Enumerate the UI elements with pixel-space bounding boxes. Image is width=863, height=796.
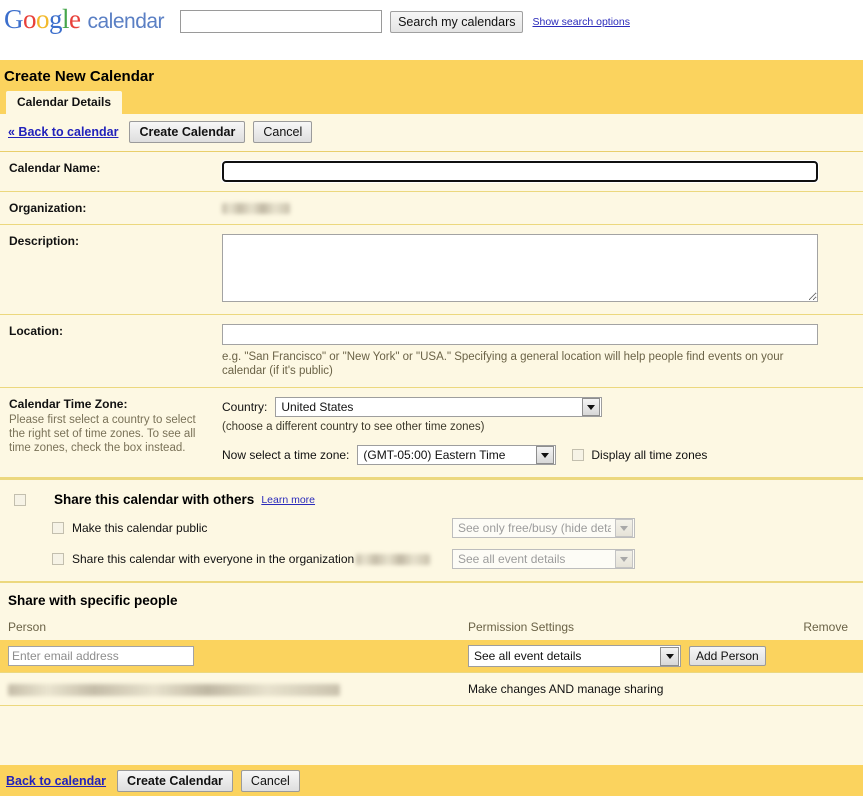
public-permission-select[interactable]: See only free/busy (hide details) (452, 518, 635, 538)
time-zone-label: Calendar Time Zone: (9, 397, 128, 411)
share-section-title: Share this calendar with others (54, 492, 255, 507)
cancel-button-bottom[interactable]: Cancel (240, 769, 300, 792)
description-textarea[interactable] (222, 234, 818, 302)
add-person-permission-cell: See all event details Add Person (468, 645, 768, 667)
share-option-public: Make this calendar public See only free/… (0, 518, 863, 538)
location-input[interactable] (222, 324, 818, 345)
person-email-redacted (8, 683, 340, 696)
public-permission-value: See only free/busy (hide details) (458, 521, 611, 535)
time-zone-select-label: Now select a time zone: (222, 448, 350, 462)
display-all-time-zones-label: Display all time zones (591, 448, 708, 462)
cancel-button-top[interactable]: Cancel (253, 121, 313, 143)
create-calendar-button-bottom[interactable]: Create Calendar (117, 769, 233, 792)
page-title: Create New Calendar (4, 68, 155, 85)
time-zone-label-block: Calendar Time Zone: Please first select … (0, 397, 222, 468)
row-location: Location: e.g. "San Francisco" or "New Y… (0, 315, 863, 388)
logo-letter-e: e (69, 4, 81, 34)
chevron-down-icon (660, 646, 679, 666)
person-email-redacted-cell (0, 682, 468, 696)
specific-people-column-headers: Person Permission Settings Remove (0, 608, 863, 640)
add-person-email-cell (0, 646, 468, 666)
bottom-spacer (0, 706, 863, 728)
logo-letter-g2: g (49, 4, 63, 34)
logo-product-name: calendar (87, 10, 165, 33)
search-input[interactable] (180, 10, 383, 33)
calendar-name-label: Calendar Name: (9, 161, 101, 175)
country-select[interactable]: United States (275, 397, 603, 417)
person-permission-cell: Make changes AND manage sharing (468, 682, 768, 696)
row-calendar-name: Calendar Name: (0, 152, 863, 192)
country-select-value: United States (281, 400, 354, 414)
row-organization: Organization: (0, 192, 863, 225)
show-search-options-link[interactable]: Show search options (532, 16, 629, 28)
person-permission-text: Make changes AND manage sharing (468, 682, 664, 696)
add-person-permission-value: See all event details (474, 649, 582, 663)
create-calendar-button-top[interactable]: Create Calendar (129, 121, 246, 143)
share-with-organization-checkbox[interactable] (52, 553, 64, 565)
search-area: Search my calendars Show search options (180, 10, 630, 33)
top-action-bar: « Back to calendar Create Calendar Cance… (0, 114, 863, 152)
description-label: Description: (9, 234, 80, 248)
add-person-row: See all event details Add Person (0, 640, 863, 672)
share-calendar-master-checkbox[interactable] (14, 493, 26, 506)
back-to-calendar-link-bottom[interactable]: Back to calendar (6, 774, 106, 788)
chevron-down-icon (615, 550, 633, 568)
column-header-remove: Remove (803, 620, 848, 634)
logo-letter-o1: o (23, 4, 37, 34)
add-person-permission-select[interactable]: See all event details (468, 645, 681, 667)
country-note: (choose a different country to see other… (222, 421, 485, 433)
share-with-organization-label: Share this calendar with everyone in the… (72, 552, 355, 566)
search-my-calendars-button[interactable]: Search my calendars (390, 10, 524, 33)
add-person-button[interactable]: Add Person (689, 646, 766, 666)
row-calendar-time-zone: Calendar Time Zone: Please first select … (0, 388, 863, 478)
time-zone-select[interactable]: (GMT-05:00) Eastern Time (357, 445, 557, 465)
logo-letter-g1: G (4, 4, 24, 34)
top-search-bar: Google calendar Search my calendars Show … (0, 0, 863, 60)
organization-permission-value: See all event details (458, 552, 566, 566)
chevron-down-icon (582, 398, 601, 416)
column-header-person: Person (8, 620, 47, 634)
make-calendar-public-label: Make this calendar public (72, 521, 208, 535)
chevron-down-icon (536, 446, 555, 464)
page-header-band: Create New Calendar Calendar Details (0, 60, 863, 114)
country-line: Country: United States (222, 397, 849, 417)
time-zone-select-value: (GMT-05:00) Eastern Time (363, 448, 506, 462)
share-header-row: Share this calendar with others Learn mo… (0, 492, 863, 507)
organization-value-redacted (222, 203, 290, 215)
back-to-calendar-link-top[interactable]: « Back to calendar (8, 125, 118, 139)
specific-people-title: Share with specific people (8, 593, 178, 608)
column-header-permission: Permission Settings (468, 620, 575, 634)
make-calendar-public-checkbox[interactable] (52, 522, 64, 534)
tab-calendar-details[interactable]: Calendar Details (6, 91, 123, 114)
logo-letter-l: l (62, 4, 70, 34)
tab-bar: Calendar Details (0, 91, 863, 114)
share-specific-people-section: Share with specific people Person Permis… (0, 581, 863, 706)
organization-value-wrap (222, 201, 863, 215)
calendar-name-field-wrap (221, 160, 863, 183)
google-calendar-logo: Google calendar (0, 4, 165, 36)
share-option-organization: Share this calendar with everyone in the… (0, 549, 863, 569)
time-zone-help-text: Please first select a country to select … (9, 414, 196, 454)
location-field-wrap: e.g. "San Francisco" or "New York" or "U… (222, 324, 863, 378)
location-label: Location: (9, 324, 63, 338)
share-with-others-section: Share this calendar with others Learn mo… (0, 478, 863, 581)
description-field-wrap (222, 234, 863, 305)
timezone-line: Now select a time zone: (GMT-05:00) East… (222, 445, 849, 465)
email-address-input[interactable] (8, 646, 194, 666)
learn-more-link[interactable]: Learn more (261, 494, 315, 506)
organization-permission-select[interactable]: See all event details (452, 549, 635, 569)
bottom-action-bar: Back to calendar Create Calendar Cancel (0, 765, 863, 796)
table-row: Make changes AND manage sharing (0, 672, 863, 706)
display-all-time-zones-checkbox[interactable] (572, 449, 585, 461)
logo-letter-o2: o (36, 4, 50, 34)
calendar-name-input[interactable] (221, 160, 819, 183)
country-label: Country: (222, 400, 268, 414)
organization-name-redacted (356, 553, 431, 565)
row-description: Description: (0, 225, 863, 315)
location-hint-text: e.g. "San Francisco" or "New York" or "U… (222, 351, 784, 377)
organization-label: Organization: (9, 201, 87, 215)
time-zone-controls: Country: United States (choose a differe… (222, 397, 863, 468)
chevron-down-icon (615, 519, 633, 537)
